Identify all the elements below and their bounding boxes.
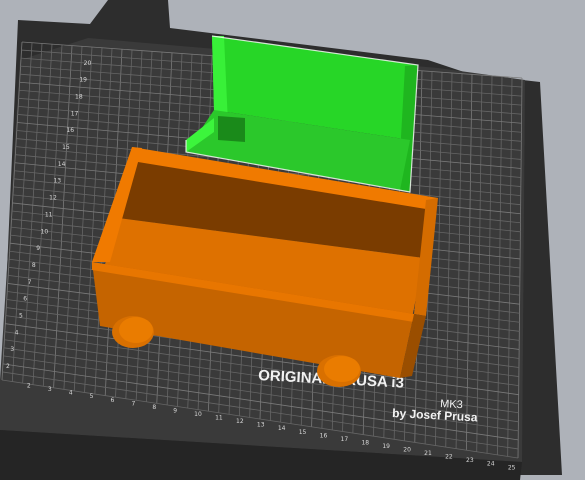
y-axis-label: 7: [28, 279, 32, 286]
y-axis-label: 3: [10, 346, 14, 353]
y-axis-label: 20: [84, 60, 92, 67]
y-axis-label: 2: [6, 363, 10, 370]
x-axis-label: 8: [152, 404, 156, 411]
x-axis-label: 19: [382, 443, 390, 450]
3d-viewport[interactable]: 2 3 4 5 6 7 8 9 10 11 12 13 14 15 16 17 18 19 20 21 22 23 24 25…: [0, 0, 585, 480]
x-axis-label: 10: [194, 411, 202, 418]
cart-wheel-left-face: [119, 317, 153, 343]
x-axis-label: 20: [403, 447, 411, 454]
x-axis-label: 7: [131, 400, 135, 407]
y-axis-label: 10: [41, 228, 49, 235]
y-axis-label: 12: [49, 195, 57, 202]
y-axis-label: 5: [19, 312, 23, 319]
cart-wheel-right-face: [324, 356, 360, 382]
x-axis-label: 16: [320, 432, 328, 439]
x-axis-label: 23: [466, 457, 474, 464]
x-axis-label: 17: [341, 436, 349, 443]
x-axis-label: 11: [215, 415, 223, 422]
x-axis-label: 13: [257, 422, 265, 429]
y-axis-label: 14: [58, 161, 66, 168]
y-axis-label: 4: [15, 329, 19, 336]
y-axis-label: 18: [75, 94, 83, 101]
y-axis-label: 8: [32, 262, 36, 269]
x-axis-label: 24: [487, 461, 495, 468]
x-axis-label: 4: [69, 390, 73, 397]
x-axis-label: 2: [27, 383, 31, 390]
y-axis-label: 11: [45, 211, 53, 218]
y-axis-label: 19: [79, 77, 87, 84]
x-axis-label: 6: [111, 397, 115, 404]
x-axis-label: 3: [48, 386, 52, 393]
x-axis-label: 25: [508, 464, 516, 471]
y-axis-label: 13: [53, 178, 61, 185]
x-axis-label: 18: [361, 439, 369, 446]
x-axis-label: 21: [424, 450, 432, 457]
x-axis-label: 5: [90, 393, 94, 400]
x-axis-label: 22: [445, 454, 453, 461]
print-bed-scene[interactable]: 2345678910111213141516171819202122232425…: [0, 0, 585, 480]
x-axis-label: 12: [236, 418, 244, 425]
y-axis-label: 16: [66, 127, 74, 134]
y-axis-label: 15: [62, 144, 70, 151]
x-axis-label: 9: [173, 407, 177, 414]
y-axis-label: 17: [71, 110, 79, 117]
y-axis-label: 6: [23, 296, 27, 303]
x-axis-label: 15: [299, 429, 307, 436]
y-axis-label: 9: [36, 245, 40, 252]
x-axis-label: 14: [278, 425, 286, 432]
green-box-notch: [218, 116, 245, 142]
